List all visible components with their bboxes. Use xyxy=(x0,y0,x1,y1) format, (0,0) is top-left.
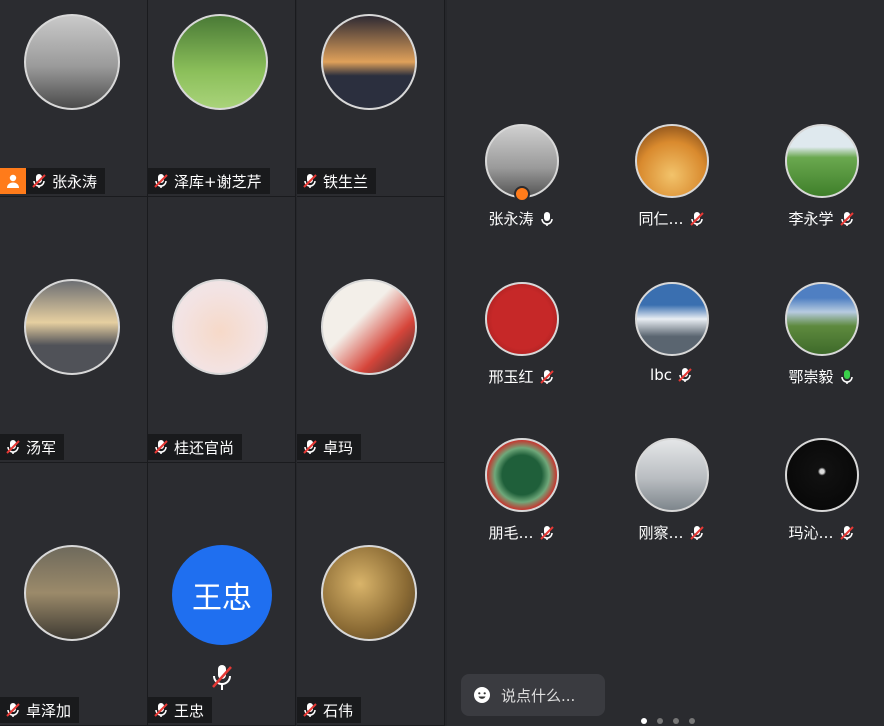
participant-item[interactable]: 玛沁… xyxy=(757,438,884,568)
name-tag: 王忠 xyxy=(148,697,213,723)
video-tile[interactable]: 张永涛 xyxy=(0,0,148,197)
participant-item[interactable]: 朋毛… xyxy=(457,438,587,568)
name-tag: 桂还官尚 xyxy=(148,434,243,460)
participant-name: 卓泽加 xyxy=(26,701,72,720)
participant-item[interactable]: 鄂崇毅 xyxy=(757,282,884,412)
video-tile[interactable]: 石伟 xyxy=(297,463,445,726)
participant-name: 邢玉红 xyxy=(488,368,534,386)
mic-muted-icon xyxy=(32,174,46,188)
participant-name: 刚察… xyxy=(638,524,684,542)
participant-item[interactable]: 张永涛 xyxy=(457,124,587,254)
avatar xyxy=(321,279,417,375)
initials-avatar: 王忠 xyxy=(172,545,272,645)
page-dot[interactable] xyxy=(673,718,679,724)
name-tag: 张永涛 xyxy=(26,168,106,194)
avatar xyxy=(485,282,559,356)
participant-name: 鄂崇毅 xyxy=(788,368,834,386)
page-dot[interactable] xyxy=(689,718,695,724)
mic-muted-icon xyxy=(154,703,168,717)
participant-name: 李永学 xyxy=(788,210,834,228)
mic-muted-icon xyxy=(539,369,554,384)
mic-speaking-icon xyxy=(840,369,853,384)
page-dot[interactable] xyxy=(657,718,663,724)
chat-input[interactable]: 说点什么... xyxy=(461,674,605,716)
name-tag: 铁生兰 xyxy=(297,168,377,194)
participant-name: 王忠 xyxy=(174,701,205,720)
participant-item[interactable]: 李永学 xyxy=(757,124,884,254)
avatar xyxy=(172,279,268,375)
avatar xyxy=(785,282,859,356)
mic-muted-icon xyxy=(212,665,232,690)
name-tag: 汤军 xyxy=(0,434,65,460)
video-tile[interactable]: 卓玛 xyxy=(297,197,445,463)
participant-item[interactable]: lbc xyxy=(607,282,737,412)
mic-muted-icon xyxy=(689,525,704,540)
avatar xyxy=(785,438,859,512)
name-tag: 卓玛 xyxy=(297,434,362,460)
mic-muted-icon xyxy=(839,211,854,226)
mic-muted-icon xyxy=(303,174,317,188)
participant-name: 朋毛… xyxy=(488,524,534,542)
video-tile[interactable]: 王忠 王忠 xyxy=(148,463,296,726)
avatar xyxy=(485,438,559,512)
participant-item[interactable]: 邢玉红 xyxy=(457,282,587,412)
name-tag: 泽库+谢芝芹 xyxy=(148,168,270,194)
host-icon xyxy=(514,186,530,202)
avatar xyxy=(635,282,709,356)
participant-name: 铁生兰 xyxy=(323,172,369,191)
avatar xyxy=(24,14,120,110)
participant-item[interactable]: 同仁… xyxy=(607,124,737,254)
avatar xyxy=(24,545,120,641)
page-indicator xyxy=(641,718,695,724)
participant-name: 卓玛 xyxy=(323,438,354,457)
mic-icon xyxy=(540,211,553,226)
name-tag: 卓泽加 xyxy=(0,697,80,723)
participant-name: 泽库+谢芝芹 xyxy=(174,172,262,191)
mic-muted-icon xyxy=(154,174,168,188)
video-tile[interactable]: 卓泽加 xyxy=(0,463,148,726)
participant-name: 桂还官尚 xyxy=(174,438,235,457)
video-tile[interactable]: 泽库+谢芝芹 xyxy=(148,0,296,197)
participant-name: lbc xyxy=(650,366,672,384)
avatar xyxy=(172,14,268,110)
avatar xyxy=(24,279,120,375)
participant-name: 玛沁… xyxy=(788,524,834,542)
participant-name: 汤军 xyxy=(26,438,57,457)
participant-name: 同仁… xyxy=(638,210,684,228)
mic-muted-icon xyxy=(154,440,168,454)
mic-muted-icon xyxy=(678,368,692,382)
video-tile[interactable]: 桂还官尚 xyxy=(148,197,296,463)
video-tile[interactable]: 铁生兰 xyxy=(297,0,445,197)
host-icon xyxy=(0,168,26,194)
participant-name: 石伟 xyxy=(323,701,354,720)
avatar xyxy=(321,545,417,641)
avatar xyxy=(321,14,417,110)
emoji-icon[interactable] xyxy=(473,686,491,704)
chat-placeholder: 说点什么... xyxy=(501,686,576,705)
avatar xyxy=(635,438,709,512)
participant-item[interactable]: 刚察… xyxy=(607,438,737,568)
participant-name: 张永涛 xyxy=(488,210,534,228)
participant-name: 张永涛 xyxy=(52,172,98,191)
page-dot[interactable] xyxy=(641,718,647,724)
avatar xyxy=(635,124,709,198)
mic-muted-icon xyxy=(539,525,554,540)
mic-muted-icon xyxy=(6,440,20,454)
mic-muted-icon xyxy=(6,703,20,717)
avatar xyxy=(785,124,859,198)
video-grid: 张永涛 泽库+谢芝芹 铁生兰 汤军 桂还官尚 卓玛 卓泽加 王忠 王忠 石伟 xyxy=(0,0,447,726)
name-tag: 石伟 xyxy=(297,697,362,723)
video-tile[interactable]: 汤军 xyxy=(0,197,148,463)
mic-muted-icon xyxy=(303,703,317,717)
participant-panel: 张永涛 同仁… 李永学 邢玉红 lbc 鄂崇毅 朋毛… 刚察… 玛沁… 说点什么… xyxy=(447,0,884,726)
mic-muted-icon xyxy=(689,211,704,226)
mic-muted-icon xyxy=(303,440,317,454)
mic-muted-icon xyxy=(839,525,854,540)
